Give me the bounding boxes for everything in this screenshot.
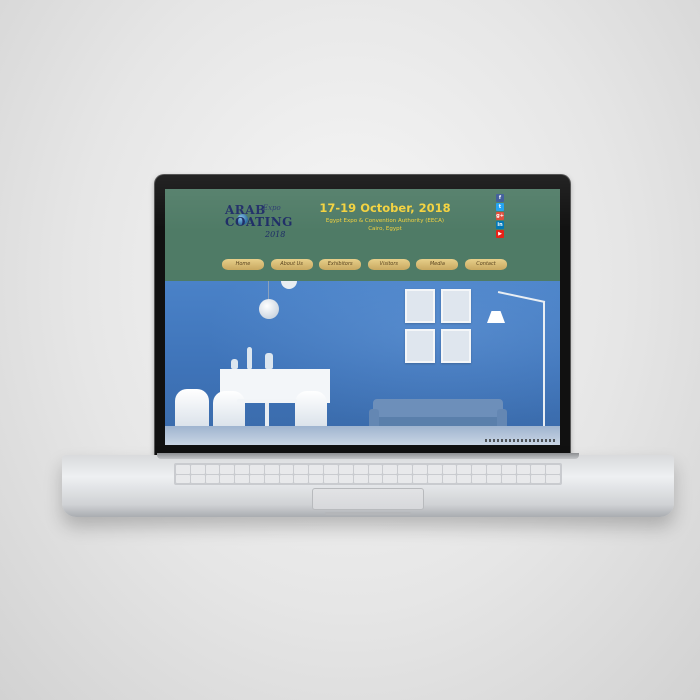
keyboard-key [516, 474, 531, 483]
arab-coating-logo[interactable]: ARAB Expo COATING 2018 [225, 203, 293, 245]
laptop-hinge [157, 453, 579, 459]
keyboard-key [427, 465, 442, 474]
nav-home[interactable]: Home [222, 259, 264, 270]
keyboard-key [501, 465, 516, 474]
keyboard-key [457, 465, 472, 474]
keyboard-key [220, 465, 235, 474]
keyboard-key [531, 465, 546, 474]
keyboard-key [220, 474, 235, 483]
keyboard-key [324, 474, 338, 483]
keyboard-key [427, 474, 442, 483]
site-header: ARAB Expo COATING 2018 17-19 October, 20… [165, 189, 560, 281]
hero-room-image [165, 281, 560, 445]
vase [231, 359, 238, 369]
keyboard-key [546, 465, 560, 474]
keyboard-key [531, 474, 546, 483]
nav-media[interactable]: Media [416, 259, 459, 270]
keyboard-key [176, 465, 190, 474]
keyboard-key [264, 474, 279, 483]
keyboard-key [235, 474, 250, 483]
keyboard-key [383, 474, 398, 483]
nav-visitors[interactable]: Visitors [367, 259, 410, 270]
taskbar-strip [485, 439, 555, 442]
event-venue: Egypt Expo & Convention Authority (EECA) [325, 218, 445, 224]
wall-frame [405, 329, 435, 363]
wall-frame [441, 289, 471, 323]
logo-year-text: 2018 [265, 230, 286, 239]
facebook-icon[interactable]: f [496, 194, 504, 202]
keyboard-key [546, 474, 560, 483]
keyboard-key [235, 465, 250, 474]
linkedin-icon[interactable]: in [496, 221, 504, 229]
youtube-icon[interactable]: ▶ [496, 230, 504, 238]
vase [247, 347, 252, 369]
chair [295, 391, 327, 431]
pendant-lamp-cord [268, 281, 269, 301]
keyboard-key [353, 474, 368, 483]
twitter-icon[interactable]: t [496, 203, 504, 211]
keyboard-key [250, 474, 264, 483]
keyboard-key [368, 474, 383, 483]
keyboard-key [250, 465, 264, 474]
keyboard-key [264, 465, 279, 474]
wall-frame [441, 329, 471, 363]
keyboard-key [279, 465, 294, 474]
floor-lamp [543, 301, 545, 426]
keyboard-key [472, 474, 486, 483]
keyboard-key [309, 474, 324, 483]
sofa [373, 399, 503, 419]
event-city: Cairo, Egypt [368, 226, 402, 232]
chair [175, 389, 209, 431]
keyboard-key [486, 474, 501, 483]
keyboard-key [412, 465, 427, 474]
keyboard-key [309, 465, 324, 474]
keyboard-key [205, 474, 220, 483]
keyboard-key [279, 474, 294, 483]
keyboard-key [486, 465, 501, 474]
laptop-base [62, 453, 674, 517]
keyboard-key [324, 465, 338, 474]
keyboard-key [294, 474, 309, 483]
laptop-screen: ARAB Expo COATING 2018 17-19 October, 20… [165, 189, 560, 445]
google-plus-icon[interactable]: g+ [496, 212, 504, 220]
keyboard-key [190, 474, 205, 483]
event-dates: 17-19 October, 2018 [319, 201, 451, 215]
logo-expo-text: Expo [263, 204, 281, 212]
main-nav: Home About Us Exhibitors Visitors Media … [222, 259, 507, 271]
keyboard-key [442, 465, 457, 474]
vase [265, 353, 273, 369]
floor [165, 426, 560, 445]
nav-exhibitors[interactable]: Exhibitors [319, 259, 362, 270]
keyboard-key [205, 465, 220, 474]
keyboard-key [353, 465, 368, 474]
nav-about-us[interactable]: About Us [270, 259, 313, 270]
logo-coating-text: COATING [225, 215, 293, 229]
keyboard-key [338, 465, 353, 474]
keyboard-key [398, 474, 412, 483]
keyboard-key [383, 465, 398, 474]
nav-contact[interactable]: Contact [464, 259, 507, 270]
wall-frame [405, 289, 435, 323]
laptop-keyboard [174, 463, 562, 485]
keyboard-key [294, 465, 309, 474]
chair [213, 391, 245, 431]
keyboard-key [472, 465, 486, 474]
keyboard-key [398, 465, 412, 474]
keyboard-key [176, 474, 190, 483]
keyboard-key [442, 474, 457, 483]
laptop-notch [325, 512, 411, 515]
social-links: f t g+ in ▶ [496, 194, 505, 238]
keyboard-key [338, 474, 353, 483]
keyboard-key [501, 474, 516, 483]
pendant-lamp [259, 299, 279, 319]
keyboard-key [412, 474, 427, 483]
keyboard-key [457, 474, 472, 483]
laptop-lid: ARAB Expo COATING 2018 17-19 October, 20… [155, 175, 570, 457]
keyboard-key [368, 465, 383, 474]
laptop-trackpad [312, 488, 424, 510]
keyboard-key [516, 465, 531, 474]
keyboard-key [190, 465, 205, 474]
